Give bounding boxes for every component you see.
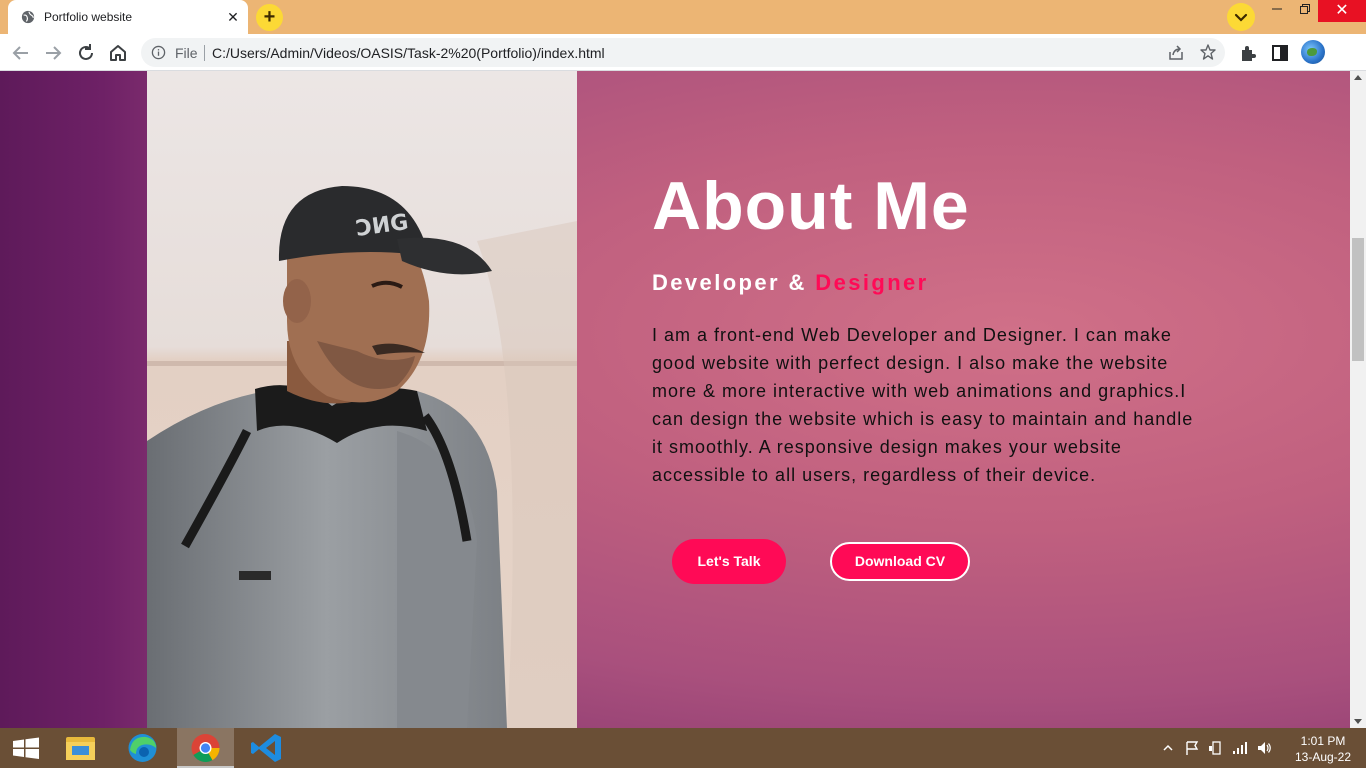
address-scheme-label: File <box>175 45 198 61</box>
windows-taskbar: 1:01 PM 13-Aug-22 <box>0 728 1366 768</box>
address-url[interactable]: C:/Users/Admin/Videos/OASIS/Task-2%20(Po… <box>212 45 605 61</box>
taskbar-file-explorer[interactable] <box>52 728 109 768</box>
browser-toolbar: File C:/Users/Admin/Videos/OASIS/Task-2%… <box>0 34 1366 71</box>
side-panel-icon[interactable] <box>1267 40 1293 66</box>
scroll-up-arrow-icon[interactable] <box>1354 75 1362 80</box>
windows-logo-icon <box>13 737 39 759</box>
bookmark-star-icon[interactable] <box>1199 43 1217 61</box>
scroll-down-arrow-icon[interactable] <box>1354 719 1362 724</box>
restore-icon <box>1300 4 1310 14</box>
close-window-button[interactable]: ✕ <box>1318 0 1366 22</box>
tab-strip: Portfolio website ✕ + ✕ <box>0 0 1366 34</box>
new-tab-button[interactable]: + <box>256 4 283 31</box>
scrollbar-thumb[interactable] <box>1352 238 1364 361</box>
about-heading: About Me <box>652 168 970 244</box>
battery-power-icon[interactable] <box>1208 740 1224 756</box>
address-bar[interactable]: File C:/Users/Admin/Videos/OASIS/Task-2%… <box>141 38 1225 67</box>
tab-search-button[interactable] <box>1227 3 1255 31</box>
extensions-puzzle-icon[interactable] <box>1235 40 1261 66</box>
info-icon[interactable] <box>151 45 166 60</box>
tab-close-icon[interactable]: ✕ <box>224 8 242 26</box>
profile-photo: ƆИG <box>147 71 577 728</box>
clock-date[interactable]: 13-Aug-22 <box>1284 750 1362 764</box>
chrome-browser-icon <box>191 734 220 762</box>
page-scrollbar[interactable] <box>1350 71 1366 728</box>
network-signal-icon[interactable] <box>1232 740 1248 756</box>
restore-button[interactable] <box>1290 0 1320 22</box>
taskbar-vscode[interactable] <box>239 728 296 768</box>
page-viewport: ƆИG About Me Developer & Designer I am a… <box>0 71 1350 728</box>
vscode-icon <box>251 734 281 762</box>
home-icon[interactable] <box>105 40 131 66</box>
back-arrow-icon[interactable] <box>8 40 34 66</box>
profile-avatar[interactable] <box>1301 40 1325 64</box>
chevron-down-icon <box>1234 13 1248 22</box>
left-background-band <box>0 71 147 728</box>
download-cv-button[interactable]: Download CV <box>830 542 970 581</box>
taskbar-edge[interactable] <box>114 728 171 768</box>
role-subtitle: Developer & Designer <box>652 270 929 296</box>
minimize-button[interactable] <box>1262 0 1292 22</box>
close-icon: ✕ <box>1335 2 1349 19</box>
folder-icon <box>66 737 95 760</box>
browser-tab[interactable]: Portfolio website ✕ <box>8 0 248 34</box>
volume-speaker-icon[interactable] <box>1256 740 1272 756</box>
forward-arrow-icon[interactable] <box>40 40 66 66</box>
taskbar-chrome[interactable] <box>177 728 234 768</box>
subtitle-accent-text: Designer <box>815 270 929 295</box>
lets-talk-button[interactable]: Let's Talk <box>672 539 786 584</box>
minimize-icon <box>1272 8 1282 10</box>
clock-time[interactable]: 1:01 PM <box>1284 734 1362 748</box>
share-icon[interactable] <box>1167 44 1185 62</box>
edge-browser-icon <box>128 734 157 762</box>
show-hidden-icons-chevron-icon[interactable] <box>1160 740 1176 756</box>
start-button[interactable] <box>0 728 57 768</box>
flag-notification-icon[interactable] <box>1184 740 1200 756</box>
globe-icon <box>21 10 35 24</box>
address-separator <box>204 45 205 61</box>
reload-icon[interactable] <box>73 40 99 66</box>
tab-title: Portfolio website <box>44 10 133 24</box>
about-paragraph: I am a front-end Web Developer and Desig… <box>652 325 1194 485</box>
subtitle-main-text: Developer & <box>652 270 816 295</box>
